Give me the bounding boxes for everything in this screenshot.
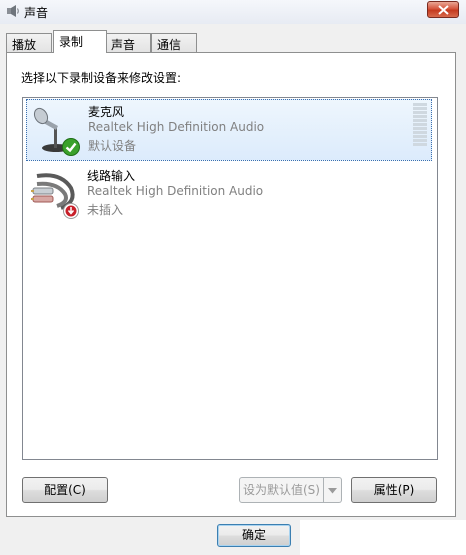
- cropped-region: [300, 520, 466, 555]
- title-bar[interactable]: 声音: [0, 0, 466, 24]
- recording-panel: 选择以下录制设备来修改设置: 麦克风 Realtek High Definiti…: [6, 52, 456, 517]
- close-button[interactable]: [427, 1, 459, 18]
- default-check-icon: [62, 138, 80, 156]
- chevron-down-icon: [328, 488, 337, 494]
- device-description: Realtek High Definition Audio: [88, 120, 265, 134]
- input-level-meter: [413, 103, 427, 147]
- tab-strip: 播放 录制 声音 通信: [6, 30, 466, 53]
- properties-button[interactable]: 属性(P): [351, 477, 437, 503]
- tab-sounds[interactable]: 声音: [105, 33, 151, 52]
- set-default-dropdown[interactable]: [324, 477, 342, 503]
- device-status: 未插入: [87, 203, 124, 217]
- device-list[interactable]: 麦克风 Realtek High Definition Audio 默认设备 线…: [22, 97, 438, 460]
- device-status: 默认设备: [88, 139, 137, 153]
- device-item-microphone[interactable]: 麦克风 Realtek High Definition Audio 默认设备: [26, 99, 432, 161]
- device-name: 线路输入: [87, 169, 136, 183]
- configure-button[interactable]: 配置(C): [22, 477, 108, 503]
- set-default-button[interactable]: 设为默认值(S): [239, 477, 324, 503]
- instruction-label: 选择以下录制设备来修改设置:: [21, 71, 182, 85]
- device-name: 麦克风: [88, 105, 125, 119]
- close-icon: [438, 5, 449, 15]
- device-item-line-in[interactable]: 线路输入 Realtek High Definition Audio 未插入: [26, 164, 432, 226]
- device-description: Realtek High Definition Audio: [87, 184, 264, 198]
- unplugged-icon: [63, 203, 79, 219]
- ok-button[interactable]: 确定: [217, 524, 291, 547]
- tab-playback[interactable]: 播放: [6, 33, 52, 52]
- tab-recording[interactable]: 录制: [53, 30, 107, 53]
- tab-communications[interactable]: 通信: [151, 33, 197, 52]
- sound-dialog: 声音 播放 录制 声音 通信 选择以下录制设备来修改设置: 麦克风 Realte…: [0, 0, 466, 555]
- speaker-icon: [7, 5, 19, 17]
- window-title: 声音: [24, 6, 49, 20]
